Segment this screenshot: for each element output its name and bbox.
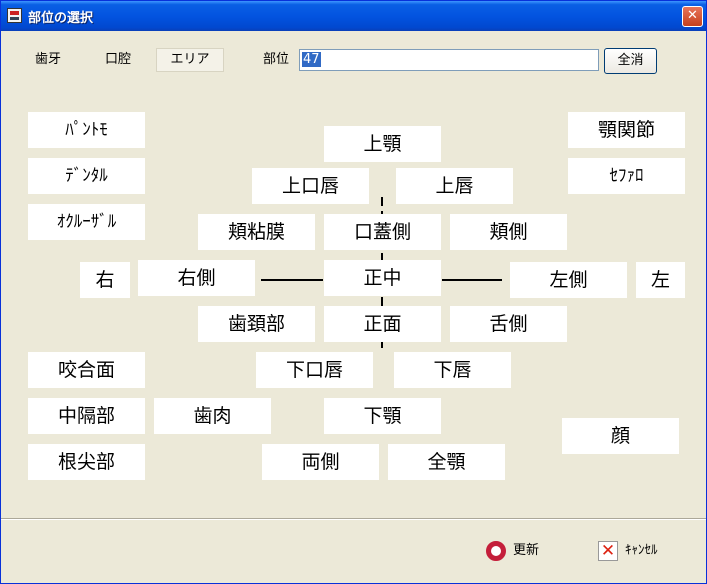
part-buccal-button[interactable]: 頬側 — [450, 214, 567, 250]
bui-label: 部位 — [263, 52, 290, 67]
part-left-side-button[interactable]: 左側 — [510, 262, 627, 298]
part-occlusal-surface-button[interactable]: 咬合面 — [28, 352, 145, 388]
connector-left-line — [261, 279, 323, 281]
clear-all-button[interactable]: 全消 — [604, 48, 657, 74]
update-button-label: 更新 — [513, 543, 540, 558]
part-apex-button[interactable]: 根尖部 — [28, 444, 145, 480]
window-title: 部位の選択 — [28, 11, 94, 26]
part-occlusal-button[interactable]: ｵｸﾙｰｻﾞﾙ — [28, 204, 145, 240]
part-gingiva-button[interactable]: 歯肉 — [154, 398, 271, 434]
part-lower-oral-lip-button[interactable]: 下口唇 — [256, 352, 373, 388]
cross-icon: ✕ — [598, 541, 618, 561]
part-upper-jaw-button[interactable]: 上顎 — [324, 126, 441, 162]
cancel-button[interactable]: ✕ ｷｬﾝｾﾙ — [598, 540, 688, 562]
part-dental-button[interactable]: ﾃﾞﾝﾀﾙ — [28, 158, 145, 194]
part-cervical-button[interactable]: 歯頚部 — [198, 306, 315, 342]
part-both-sides-button[interactable]: 両側 — [262, 444, 379, 480]
part-front-button[interactable]: 正面 — [324, 306, 441, 342]
part-tmj-button[interactable]: 顎関節 — [568, 112, 685, 148]
bui-value: 47 — [302, 52, 321, 67]
part-full-jaw-button[interactable]: 全顎 — [388, 444, 505, 480]
circle-icon — [486, 541, 506, 561]
part-right-button[interactable]: 右 — [80, 262, 130, 298]
title-bar[interactable]: 部位の選択 ✕ — [1, 1, 706, 31]
part-upper-oral-lip-button[interactable]: 上口唇 — [252, 168, 369, 204]
part-palatal-button[interactable]: 口蓋側 — [324, 214, 441, 250]
tab-oral[interactable]: 口腔 — [105, 50, 131, 70]
close-icon: ✕ — [687, 8, 698, 23]
part-face-button[interactable]: 顔 — [562, 418, 679, 454]
part-upper-lip-button[interactable]: 上唇 — [396, 168, 513, 204]
part-buccal-mucosa-button[interactable]: 頬粘膜 — [198, 214, 315, 250]
part-selection-window: 部位の選択 ✕ 歯牙 口腔 エリア 部位 47 全消 ﾊﾟﾝﾄﾓ ﾃﾞﾝﾀﾙ ｵ… — [0, 0, 707, 584]
part-panto-button[interactable]: ﾊﾟﾝﾄﾓ — [28, 112, 145, 148]
app-icon — [7, 8, 22, 23]
part-right-side-button[interactable]: 右側 — [138, 260, 255, 296]
part-median-button[interactable]: 正中 — [324, 260, 441, 296]
part-interproximal-button[interactable]: 中隔部 — [28, 398, 145, 434]
part-cepha-button[interactable]: ｾﾌｧﾛ — [568, 158, 685, 194]
tab-teeth[interactable]: 歯牙 — [35, 50, 61, 70]
update-button[interactable]: 更新 — [486, 540, 566, 562]
cancel-button-label: ｷｬﾝｾﾙ — [625, 543, 658, 558]
part-lingual-button[interactable]: 舌側 — [450, 306, 567, 342]
part-lower-jaw-button[interactable]: 下顎 — [324, 398, 441, 434]
close-button[interactable]: ✕ — [682, 6, 703, 27]
connector-right-line — [442, 279, 502, 281]
tab-area[interactable]: エリア — [156, 48, 224, 72]
footer-separator — [1, 518, 706, 520]
bui-input[interactable]: 47 — [299, 49, 599, 71]
part-left-button[interactable]: 左 — [636, 262, 685, 298]
part-lower-lip-button[interactable]: 下唇 — [394, 352, 511, 388]
